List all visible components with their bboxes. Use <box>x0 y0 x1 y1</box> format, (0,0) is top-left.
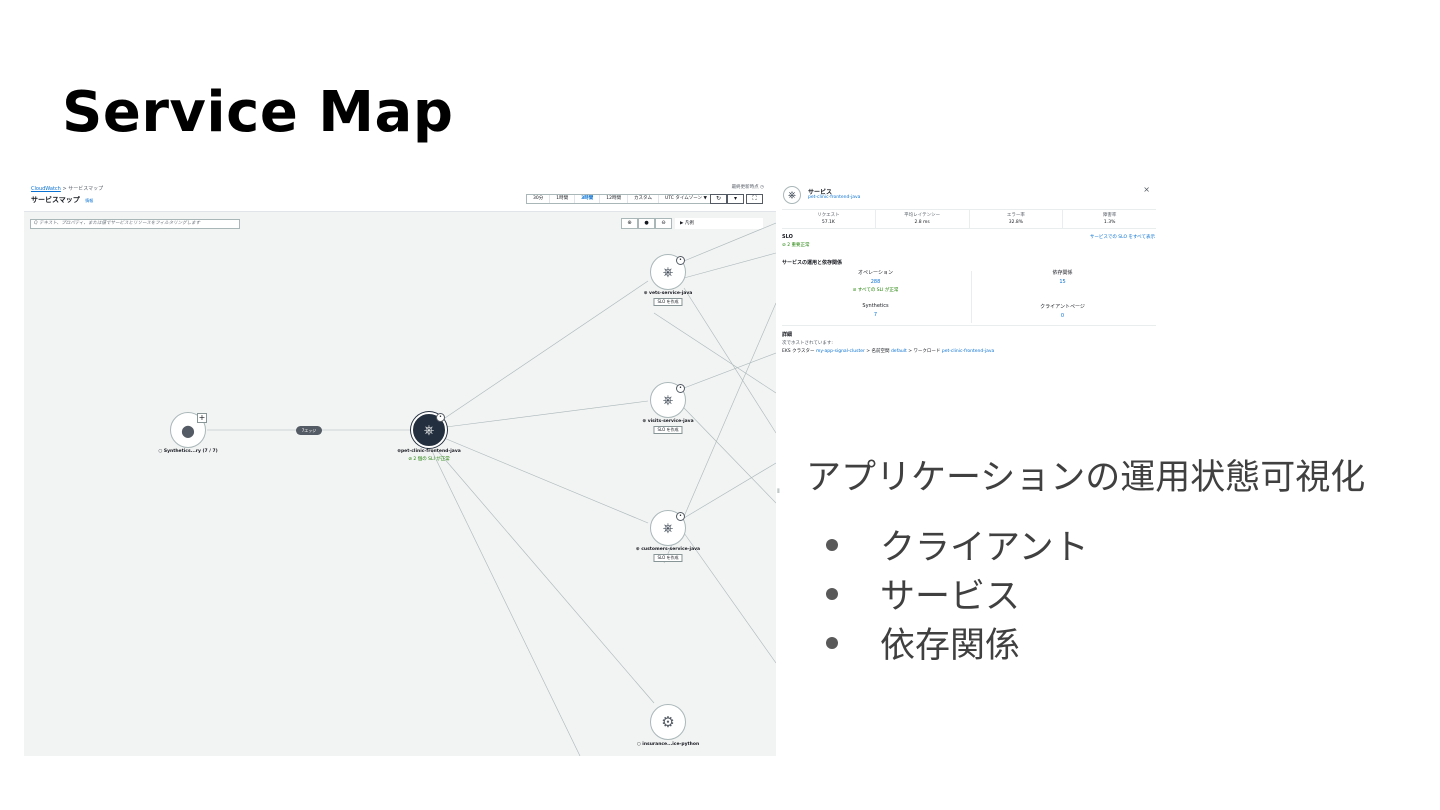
expand-node-button[interactable]: + <box>197 413 207 423</box>
edge-vets-out-2[interactable] <box>683 252 776 279</box>
edge-customers-out-1[interactable] <box>683 462 776 519</box>
bullet-item: クライアント <box>822 520 1089 569</box>
cluster-link[interactable]: my-app-signal-cluster <box>816 349 865 354</box>
bullet-item: サービス <box>822 569 1089 618</box>
kubernetes-icon: ⎈ <box>423 422 435 438</box>
synthetics-count-link[interactable]: 7 <box>782 312 969 318</box>
frontend-slo-status: ⊘ 2 個の SLI が正常 <box>408 457 450 462</box>
bullet-dot-icon <box>822 632 844 654</box>
vets-create-slo-button[interactable]: SLO を作成 <box>653 298 683 306</box>
details-hosted-on: 次でホストされています: <box>782 341 833 346</box>
slo-heading: SLO <box>782 234 793 240</box>
workload-link[interactable]: pet-clinic-frontend-java <box>942 349 994 354</box>
node-badge-icon: • <box>676 256 685 265</box>
cell-label: 依存関係 <box>1052 270 1073 276</box>
metric-fault-rate: 障害率 1.3% <box>1063 210 1156 228</box>
panel-service-link[interactable]: pet-clinic-frontend-java <box>808 195 860 200</box>
metrics-row: リクエスト 57.1K 平均レイテンシー 2.8 ms エラー率 32.8% 障… <box>782 209 1156 229</box>
namespace-link[interactable]: default <box>891 349 907 354</box>
edge-count-pill[interactable]: 7エッジ <box>296 426 322 435</box>
service-icon: ⎈ <box>783 186 801 204</box>
client-pages-cell: クライアントページ 0 <box>969 303 1156 319</box>
dependencies-count-link[interactable]: 15 <box>969 279 1156 285</box>
ops-grid: オペレーション 288 ⊘ すべての SLI が正常 依存関係 15 Synth… <box>782 267 1156 325</box>
kubernetes-icon: ⎈ <box>662 520 674 536</box>
details-heading: 詳細 <box>782 332 793 338</box>
metric-value: 2.8 ms <box>914 220 930 225</box>
bullet-dot-icon <box>822 534 844 556</box>
metric-label: エラー率 <box>1006 213 1025 218</box>
metric-label: 平均レイテンシー <box>904 213 941 218</box>
client-pages-count-link[interactable]: 0 <box>969 313 1156 319</box>
visits-create-slo-button[interactable]: SLO を作成 <box>653 426 683 434</box>
edge-visits-out-1[interactable] <box>683 352 776 389</box>
operations-count-link[interactable]: 288 <box>782 279 969 285</box>
details-cluster-prefix: EKS クラスター <box>782 349 815 354</box>
plus-icon: + <box>198 413 206 422</box>
edge-frontend-insurance[interactable] <box>435 448 655 704</box>
view-all-slo-link[interactable]: サービスでの SLO をすべて表示 <box>1090 234 1155 240</box>
edge-frontend-customers[interactable] <box>443 437 649 524</box>
operations-slo-status: ⊘ すべての SLI が正常 <box>852 288 899 293</box>
kubernetes-icon: ⎈ <box>662 392 674 408</box>
bullet-text: 依存関係 <box>880 626 1021 666</box>
dependencies-cell: 依存関係 15 <box>969 269 1156 285</box>
cell-label: Synthetics <box>862 303 889 309</box>
grid-divider <box>782 325 1156 326</box>
slo-status: ⊘ 2 重要正常 <box>782 243 810 248</box>
edge-frontend-visits[interactable] <box>445 400 649 428</box>
insurance-service-node[interactable]: ⚙ <box>650 704 686 740</box>
frontend-node-label: ⊕pet-clinic-frontend-java <box>397 449 461 454</box>
cell-label: クライアントページ <box>1040 304 1085 310</box>
customers-service-label: ⊕ customers-service-java <box>635 547 701 552</box>
bullet-text: サービス <box>880 577 1021 617</box>
canary-icon: ● <box>181 420 195 440</box>
edge-vets-out-3[interactable] <box>683 287 776 434</box>
edge-cross-1[interactable] <box>653 312 776 394</box>
edge-customers-out-2[interactable] <box>683 532 776 664</box>
bullet-list: クライアント サービス 依存関係 <box>822 520 1089 667</box>
node-badge-icon: • <box>676 384 685 393</box>
bullet-item: 依存関係 <box>822 618 1089 667</box>
node-badge-icon: • <box>436 413 445 422</box>
operations-cell: オペレーション 288 ⊘ すべての SLI が正常 <box>782 269 969 293</box>
cell-label: オペレーション <box>858 270 893 276</box>
grid-divider <box>971 271 972 323</box>
metric-error-rate: エラー率 32.8% <box>970 210 1064 228</box>
vets-service-label: ⊕ vets-service-java <box>643 291 693 296</box>
edge-visits-out-2[interactable] <box>683 407 776 504</box>
metric-value: 1.3% <box>1103 220 1116 225</box>
metric-value: 57.1K <box>821 220 835 225</box>
details-ns-prefix: > 名前空間 <box>864 349 890 354</box>
slide-title: Service Map <box>62 80 454 145</box>
customers-create-slo-button[interactable]: SLO を作成 <box>653 554 683 562</box>
close-icon[interactable]: × <box>1143 185 1150 194</box>
edge-frontend-vets[interactable] <box>441 280 649 421</box>
edge-vets-out-1[interactable] <box>683 222 776 262</box>
metric-requests: リクエスト 57.1K <box>782 210 876 228</box>
metric-label: リクエスト <box>817 213 840 218</box>
details-wl-prefix: > ワークロード <box>906 349 941 354</box>
node-badge-icon: • <box>676 512 685 521</box>
details-path: EKS クラスター my-app-signal-cluster > 名前空間 d… <box>782 348 994 354</box>
metric-label: 障害率 <box>1102 213 1117 218</box>
synthetics-cell: Synthetics 7 <box>782 303 969 318</box>
panel-resize-handle[interactable]: ⦀ <box>777 488 780 496</box>
service-detail-panel: ⎈ サービス pet-clinic-frontend-java × リクエスト … <box>778 183 1158 361</box>
gear-icon: ⚙ <box>661 713 675 731</box>
kubernetes-icon: ⎈ <box>662 264 674 280</box>
visits-service-label: ⊕ visits-service-java <box>642 419 694 424</box>
bullet-text: クライアント <box>880 528 1089 568</box>
bullet-dot-icon <box>822 583 844 605</box>
metric-value: 32.8% <box>1008 220 1024 225</box>
service-map-screenshot: CloudWatch > サービスマップ サービスマップ 情報 最終更新時点 ◷… <box>24 183 776 756</box>
ops-heading: サービスの運用と依存関係 <box>782 260 843 266</box>
edge-frontend-offscreen[interactable] <box>431 450 581 756</box>
metric-latency: 平均レイテンシー 2.8 ms <box>876 210 970 228</box>
synthetics-node-label: ○ Synthetics...ry (7 / 7) <box>158 449 218 454</box>
insurance-service-label: ○ insurance...ice-python <box>636 742 700 747</box>
slide-headline: アプリケーションの運用状態可視化 <box>806 458 1366 498</box>
